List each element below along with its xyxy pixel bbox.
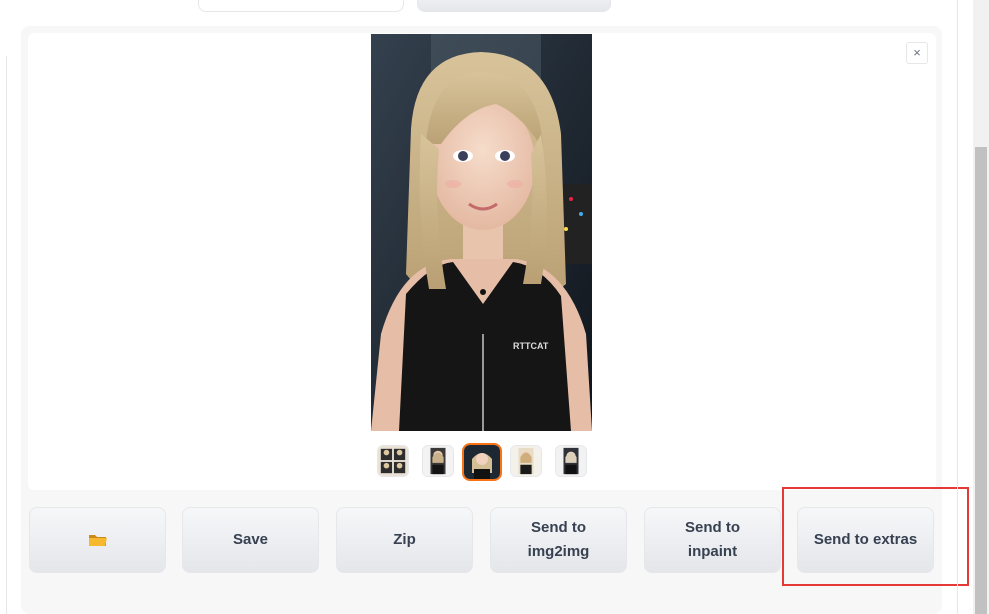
save-button[interactable]: Save — [182, 507, 319, 573]
portrait-image: RTTCAT — [371, 34, 592, 431]
page: RTTCAT × Save Zip Send to img2img Send t… — [0, 0, 989, 614]
thumbnail-image — [511, 446, 541, 476]
send-to-inpaint-label-line1: Send to — [685, 519, 740, 536]
thumbnail-4[interactable] — [510, 445, 542, 477]
zip-button-label: Zip — [393, 531, 416, 548]
left-panel-edge — [0, 56, 7, 614]
open-folder-button[interactable] — [29, 507, 166, 573]
prompt-input-partial[interactable] — [198, 0, 404, 12]
save-button-label: Save — [232, 531, 269, 548]
generated-image-preview[interactable]: RTTCAT — [371, 34, 592, 431]
zip-button[interactable]: Zip — [336, 507, 473, 573]
thumbnail-image — [378, 446, 408, 476]
scrollbar-thumb[interactable] — [975, 147, 987, 614]
folder-icon — [88, 535, 107, 546]
thumbnail-1[interactable] — [377, 445, 409, 477]
thumbnail-image — [556, 446, 586, 476]
send-to-img2img-label-line2: img2img — [527, 543, 590, 560]
thumbnail-image — [423, 446, 453, 476]
shirt-print-text: RTTCAT — [513, 341, 549, 351]
thumbnail-5[interactable] — [555, 445, 587, 477]
send-to-inpaint-button[interactable]: Send to inpaint — [644, 507, 781, 573]
send-to-extras-label: Send to extras — [813, 531, 918, 548]
send-to-extras-button[interactable]: Send to extras — [797, 507, 934, 573]
top-button-partial[interactable] — [417, 0, 611, 12]
thumbnail-2[interactable] — [422, 445, 454, 477]
close-preview-button[interactable]: × — [906, 42, 928, 64]
panel-divider — [957, 0, 958, 614]
send-to-img2img-button[interactable]: Send to img2img — [490, 507, 627, 573]
send-to-img2img-label-line1: Send to — [531, 519, 586, 536]
send-to-inpaint-label-line2: inpaint — [687, 543, 738, 560]
thumbnail-3-selected[interactable] — [462, 443, 502, 481]
thumbnail-image — [464, 445, 500, 479]
